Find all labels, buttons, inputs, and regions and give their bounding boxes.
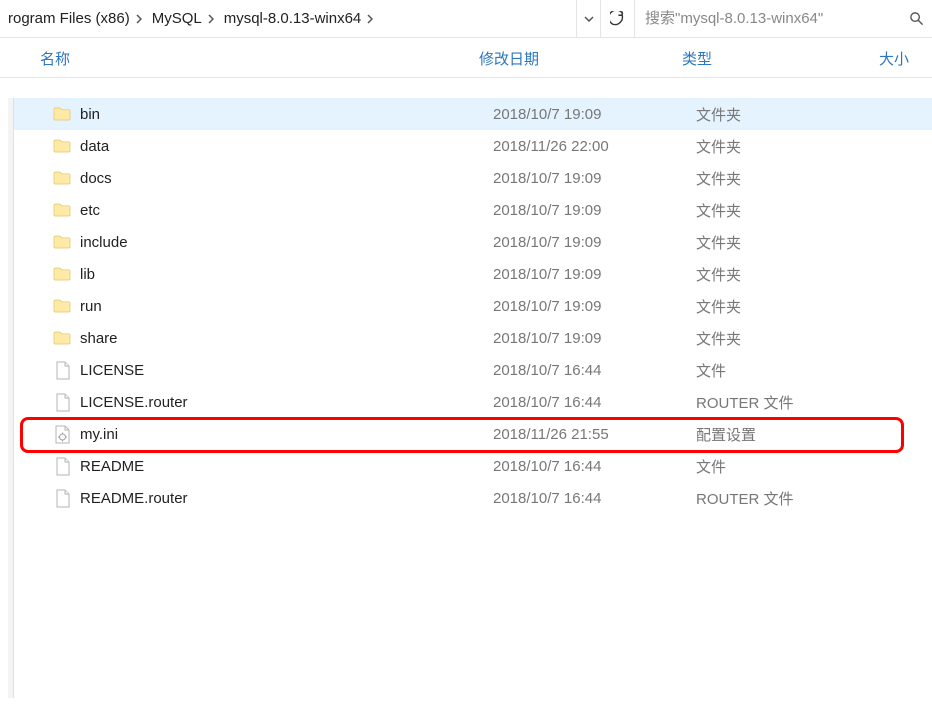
chevron-right-icon[interactable] (206, 14, 220, 24)
search-icon (909, 11, 924, 26)
table-row[interactable]: include 2018/10/7 19:09 文件夹 (14, 226, 932, 258)
file-icon (52, 456, 72, 476)
file-name: bin (80, 106, 100, 123)
table-row[interactable]: README 2018/10/7 16:44 文件 (14, 450, 932, 482)
address-dropdown[interactable] (576, 0, 600, 37)
search-button[interactable] (900, 0, 932, 37)
breadcrumb-label: mysql-8.0.13-winx64 (224, 10, 362, 27)
table-row[interactable]: my.ini 2018/11/26 21:55 配置设置 (14, 418, 932, 450)
chevron-right-icon[interactable] (365, 14, 379, 24)
file-date: 2018/10/7 16:44 (493, 458, 601, 475)
file-date: 2018/10/7 16:44 (493, 394, 601, 411)
search-box[interactable] (634, 0, 932, 37)
file-date: 2018/10/7 19:09 (493, 202, 601, 219)
file-icon (52, 360, 72, 380)
table-row[interactable]: data 2018/11/26 22:00 文件夹 (14, 130, 932, 162)
file-date: 2018/10/7 19:09 (493, 234, 601, 251)
table-row[interactable]: share 2018/10/7 19:09 文件夹 (14, 322, 932, 354)
file-type: 文件夹 (696, 168, 741, 189)
folder-icon (52, 136, 72, 156)
search-input[interactable] (635, 0, 900, 37)
column-name[interactable]: 名称 (40, 46, 70, 69)
refresh-icon (610, 11, 625, 27)
folder-icon (52, 104, 72, 124)
chevron-right-icon[interactable] (134, 14, 148, 24)
table-row[interactable]: LICENSE 2018/10/7 16:44 文件 (14, 354, 932, 386)
file-type: 文件夹 (696, 264, 741, 285)
file-date: 2018/10/7 19:09 (493, 298, 601, 315)
file-type: 文件夹 (696, 232, 741, 253)
ini-icon (52, 424, 72, 444)
file-name: README (80, 458, 144, 475)
file-name: lib (80, 266, 95, 283)
file-icon (52, 488, 72, 508)
file-date: 2018/10/7 16:44 (493, 362, 601, 379)
file-type: 文件夹 (696, 136, 741, 157)
column-type[interactable]: 类型 (682, 46, 712, 69)
breadcrumb-item[interactable]: MySQL (148, 0, 206, 37)
table-row[interactable]: LICENSE.router 2018/10/7 16:44 ROUTER 文件 (14, 386, 932, 418)
file-name: my.ini (80, 426, 118, 443)
folder-icon (52, 200, 72, 220)
file-type: 文件夹 (696, 104, 741, 125)
folder-icon (52, 168, 72, 188)
file-name: include (80, 234, 128, 251)
table-row[interactable]: run 2018/10/7 19:09 文件夹 (14, 290, 932, 322)
folder-icon (52, 232, 72, 252)
file-date: 2018/10/7 19:09 (493, 330, 601, 347)
folder-icon (52, 328, 72, 348)
column-size[interactable]: 大小 (879, 46, 909, 69)
file-type: 文件夹 (696, 200, 741, 221)
file-date: 2018/11/26 21:55 (493, 426, 609, 443)
file-name: share (80, 330, 118, 347)
breadcrumb-item[interactable]: mysql-8.0.13-winx64 (220, 0, 366, 37)
file-type: 配置设置 (696, 424, 756, 445)
file-name: LICENSE.router (80, 394, 188, 411)
table-row[interactable]: etc 2018/10/7 19:09 文件夹 (14, 194, 932, 226)
refresh-button[interactable] (600, 0, 634, 37)
file-date: 2018/10/7 19:09 (493, 266, 601, 283)
file-icon (52, 392, 72, 412)
folder-icon (52, 296, 72, 316)
file-date: 2018/11/26 22:00 (493, 138, 609, 155)
file-type: ROUTER 文件 (696, 392, 794, 413)
file-name: LICENSE (80, 362, 144, 379)
file-name: data (80, 138, 109, 155)
table-row[interactable]: README.router 2018/10/7 16:44 ROUTER 文件 (14, 482, 932, 514)
table-row[interactable]: bin 2018/10/7 19:09 文件夹 (14, 98, 932, 130)
breadcrumb-item[interactable]: rogram Files (x86) (4, 0, 134, 37)
table-row[interactable]: docs 2018/10/7 19:09 文件夹 (14, 162, 932, 194)
table-row[interactable]: lib 2018/10/7 19:09 文件夹 (14, 258, 932, 290)
file-type: 文件夹 (696, 296, 741, 317)
file-date: 2018/10/7 19:09 (493, 106, 601, 123)
file-name: docs (80, 170, 112, 187)
file-name: etc (80, 202, 100, 219)
file-type: 文件 (696, 456, 726, 477)
file-date: 2018/10/7 19:09 (493, 170, 601, 187)
file-name: README.router (80, 490, 188, 507)
column-headers: 名称 修改日期 类型 大小 (0, 38, 932, 78)
breadcrumb-label: MySQL (152, 10, 202, 27)
file-name: run (80, 298, 102, 315)
file-type: 文件夹 (696, 328, 741, 349)
breadcrumb[interactable]: rogram Files (x86) MySQL mysql-8.0.13-wi… (0, 0, 576, 37)
file-type: 文件 (696, 360, 726, 381)
breadcrumb-label: rogram Files (x86) (8, 10, 130, 27)
column-date[interactable]: 修改日期 (479, 46, 539, 69)
file-type: ROUTER 文件 (696, 488, 794, 509)
file-date: 2018/10/7 16:44 (493, 490, 601, 507)
folder-icon (52, 264, 72, 284)
